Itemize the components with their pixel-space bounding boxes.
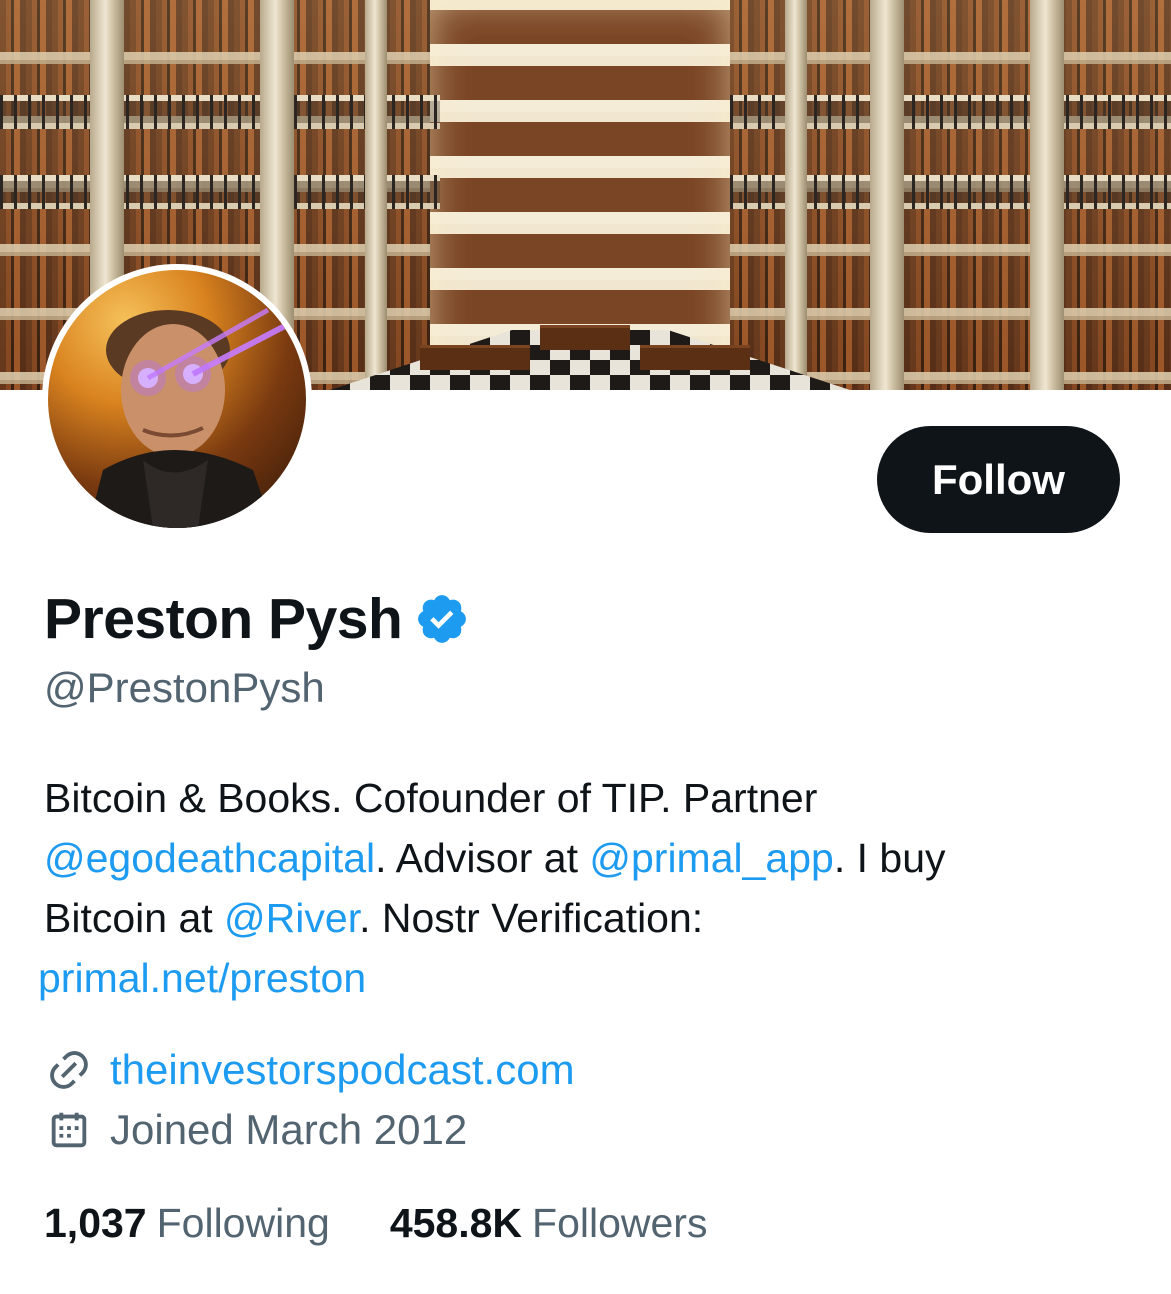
mention-primal-app[interactable]: @primal_app (589, 835, 833, 881)
banner-column (785, 0, 807, 390)
bio-text: . Nostr Verification: (359, 895, 704, 941)
bio-text: Bitcoin at (44, 895, 225, 941)
link-icon (50, 1051, 88, 1089)
banner-desk (420, 345, 530, 370)
bio-text: . Advisor at (375, 835, 590, 881)
banner-desk (640, 345, 750, 370)
display-name: Preston Pysh (44, 584, 470, 654)
avatar-portrait (88, 307, 306, 528)
website-row: theinvestorspodcast.com (46, 1046, 575, 1094)
banner-column (870, 0, 904, 390)
follow-button[interactable]: Follow (877, 426, 1120, 533)
bio-url-link[interactable]: primal.net/preston (38, 948, 1124, 1008)
profile-avatar[interactable] (42, 264, 312, 534)
followers-stat[interactable]: 458.8K Followers (390, 1200, 708, 1247)
calendar-icon (51, 1112, 87, 1148)
joined-date: Joined March 2012 (110, 1106, 468, 1153)
banner-column (1030, 0, 1064, 390)
mention-river[interactable]: @River (224, 895, 359, 941)
banner-column (365, 0, 387, 390)
bio-text: Bitcoin & Books. Cofounder of TIP. Partn… (44, 775, 818, 821)
display-name-text: Preston Pysh (44, 587, 403, 651)
profile-handle: @PrestonPysh (44, 664, 325, 711)
profile-stats: 1,037 Following 458.8K Followers (44, 1200, 707, 1247)
mention-egodeathcapital[interactable]: @egodeathcapital (44, 835, 375, 881)
website-link[interactable]: theinvestorspodcast.com (110, 1046, 575, 1094)
profile-bio: Bitcoin & Books. Cofounder of TIP. Partn… (38, 768, 1124, 1008)
following-label: Following (156, 1200, 330, 1246)
followers-label: Followers (532, 1200, 708, 1246)
verified-badge-icon[interactable] (414, 591, 470, 647)
followers-count: 458.8K (389, 1200, 523, 1246)
banner-desk (540, 325, 630, 350)
following-stat[interactable]: 1,037 Following (44, 1200, 330, 1247)
avatar-image (48, 270, 306, 528)
following-count: 1,037 (44, 1200, 147, 1246)
bio-text: . I buy (833, 835, 946, 881)
joined-row: Joined March 2012 (46, 1106, 467, 1154)
